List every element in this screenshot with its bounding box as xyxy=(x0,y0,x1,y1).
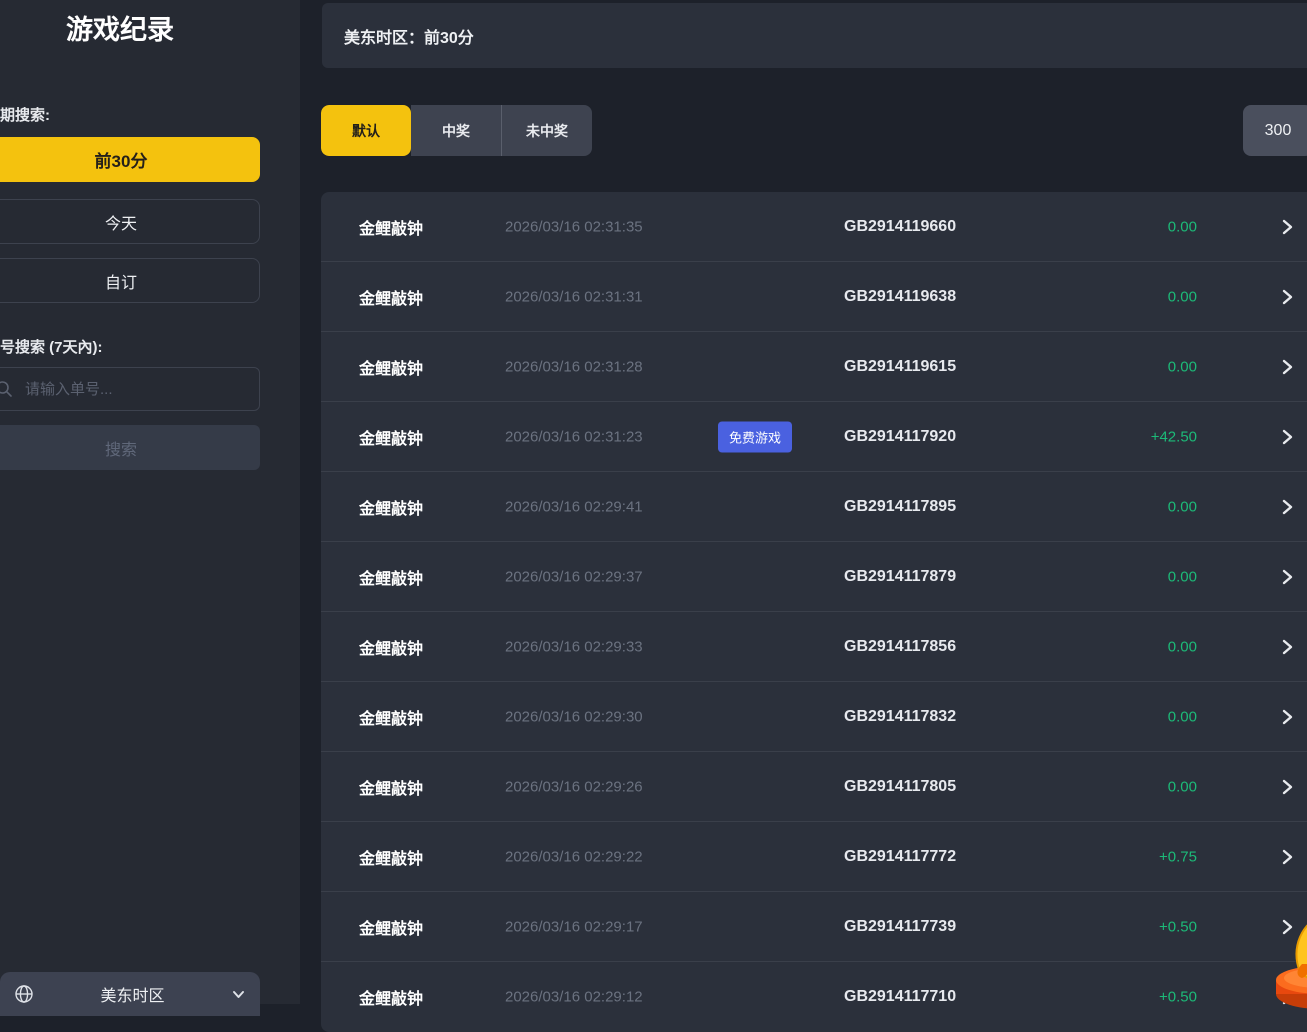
record-amount: 0.00 xyxy=(1168,498,1197,515)
game-name: 金鲤敲钟 xyxy=(359,775,423,799)
record-amount: +0.50 xyxy=(1159,918,1197,935)
timezone-selector[interactable]: 美东时区 xyxy=(0,972,260,1016)
free-game-badge: 免费游戏 xyxy=(718,421,792,452)
chevron-right-icon xyxy=(1280,569,1294,585)
record-amount: 0.00 xyxy=(1168,638,1197,655)
record-amount: +0.50 xyxy=(1159,989,1197,1006)
record-time: 2026/03/16 02:29:26 xyxy=(505,778,643,795)
game-name: 金鲤敲钟 xyxy=(359,285,423,309)
record-row[interactable]: 金鲤敲钟 2026/03/16 02:29:41 GB2914117895 0.… xyxy=(321,472,1307,542)
record-time: 2026/03/16 02:29:37 xyxy=(505,568,643,585)
order-id: GB2914117772 xyxy=(844,848,956,866)
order-id: GB2914117805 xyxy=(844,778,956,796)
record-time: 2026/03/16 02:29:12 xyxy=(505,989,643,1006)
records-list: 金鲤敲钟 2026/03/16 02:31:35 GB2914119660 0.… xyxy=(321,192,1307,1032)
order-id: GB2914119638 xyxy=(844,288,956,306)
order-id: GB2914117739 xyxy=(844,918,956,936)
record-row[interactable]: 金鲤敲钟 2026/03/16 02:29:33 GB2914117856 0.… xyxy=(321,612,1307,682)
game-name: 金鲤敲钟 xyxy=(359,355,423,379)
sidebar: 游戏纪录 期搜索: 前30分 今天 自订 号搜索 (7天內): 搜索 美东时区 xyxy=(0,0,300,1004)
record-amount: 0.00 xyxy=(1168,218,1197,235)
chevron-right-icon xyxy=(1280,849,1294,865)
record-row[interactable]: 金鲤敲钟 2026/03/16 02:29:12 GB2914117710 +0… xyxy=(321,962,1307,1032)
order-id: GB2914117710 xyxy=(844,988,956,1006)
record-time: 2026/03/16 02:31:28 xyxy=(505,358,643,375)
game-name: 金鲤敲钟 xyxy=(359,565,423,589)
tab-default[interactable]: 默认 xyxy=(321,105,411,156)
game-name: 金鲤敲钟 xyxy=(359,845,423,869)
chevron-right-icon xyxy=(1280,289,1294,305)
record-row[interactable]: 金鲤敲钟 2026/03/16 02:31:23 免费游戏 GB29141179… xyxy=(321,402,1307,472)
order-id: GB2914117832 xyxy=(844,708,956,726)
timezone-label: 美东时区 xyxy=(34,982,231,1006)
page-size-button[interactable]: 300 xyxy=(1243,105,1307,156)
record-time: 2026/03/16 02:31:35 xyxy=(505,218,643,235)
mascot-fish[interactable] xyxy=(1262,912,1307,1012)
chevron-right-icon xyxy=(1280,709,1294,725)
game-name: 金鲤敲钟 xyxy=(359,495,423,519)
record-row[interactable]: 金鲤敲钟 2026/03/16 02:29:17 GB2914117739 +0… xyxy=(321,892,1307,962)
game-name: 金鲤敲钟 xyxy=(359,635,423,659)
record-amount: 0.00 xyxy=(1168,358,1197,375)
fish-on-drum-icon xyxy=(1262,912,1307,1012)
record-time: 2026/03/16 02:29:22 xyxy=(505,848,643,865)
game-name: 金鲤敲钟 xyxy=(359,985,423,1009)
chevron-down-icon xyxy=(231,987,246,1002)
record-time: 2026/03/16 02:31:31 xyxy=(505,288,643,305)
record-row[interactable]: 金鲤敲钟 2026/03/16 02:29:30 GB2914117832 0.… xyxy=(321,682,1307,752)
record-row[interactable]: 金鲤敲钟 2026/03/16 02:31:35 GB2914119660 0.… xyxy=(321,192,1307,262)
game-name: 金鲤敲钟 xyxy=(359,705,423,729)
range-button-today[interactable]: 今天 xyxy=(0,199,260,244)
order-id: GB2914119615 xyxy=(844,358,956,376)
chevron-right-icon xyxy=(1280,779,1294,795)
game-name: 金鲤敲钟 xyxy=(359,215,423,239)
globe-icon xyxy=(14,984,34,1004)
record-row[interactable]: 金鲤敲钟 2026/03/16 02:31:31 GB2914119638 0.… xyxy=(321,262,1307,332)
record-amount: 0.00 xyxy=(1168,568,1197,585)
order-search-input[interactable] xyxy=(13,368,259,410)
page-title: 游戏纪录 xyxy=(0,8,240,47)
order-id: GB2914117856 xyxy=(844,638,956,656)
record-row[interactable]: 金鲤敲钟 2026/03/16 02:29:22 GB2914117772 +0… xyxy=(321,822,1307,892)
order-id: GB2914117879 xyxy=(844,568,956,586)
order-id: GB2914117895 xyxy=(844,498,956,516)
record-row[interactable]: 金鲤敲钟 2026/03/16 02:31:28 GB2914119615 0.… xyxy=(321,332,1307,402)
chevron-right-icon xyxy=(1280,639,1294,655)
tab-not-won[interactable]: 未中奖 xyxy=(501,105,592,156)
record-time: 2026/03/16 02:29:30 xyxy=(505,708,643,725)
record-amount: 0.00 xyxy=(1168,778,1197,795)
order-search-label: 号搜索 (7天內): xyxy=(0,336,103,357)
chevron-right-icon xyxy=(1280,219,1294,235)
game-name: 金鲤敲钟 xyxy=(359,425,423,449)
record-amount: +42.50 xyxy=(1151,428,1197,445)
chevron-right-icon xyxy=(1280,359,1294,375)
record-amount: 0.00 xyxy=(1168,708,1197,725)
record-row[interactable]: 金鲤敲钟 2026/03/16 02:29:37 GB2914117879 0.… xyxy=(321,542,1307,612)
chevron-right-icon xyxy=(1280,499,1294,515)
order-id: GB2914117920 xyxy=(844,428,956,446)
search-button[interactable]: 搜索 xyxy=(0,425,260,470)
order-search-box xyxy=(0,367,260,411)
record-time: 2026/03/16 02:31:23 xyxy=(505,428,643,445)
record-amount: 0.00 xyxy=(1168,288,1197,305)
search-icon xyxy=(0,380,13,398)
range-button-custom[interactable]: 自订 xyxy=(0,258,260,303)
record-time: 2026/03/16 02:29:33 xyxy=(505,638,643,655)
chevron-right-icon xyxy=(1280,429,1294,445)
record-time: 2026/03/16 02:29:41 xyxy=(505,498,643,515)
record-amount: +0.75 xyxy=(1159,848,1197,865)
range-button-last30min[interactable]: 前30分 xyxy=(0,137,260,182)
tab-won[interactable]: 中奖 xyxy=(411,105,501,156)
record-time: 2026/03/16 02:29:17 xyxy=(505,918,643,935)
header-title: 美东时区：前30分 xyxy=(344,24,474,48)
game-name: 金鲤敲钟 xyxy=(359,915,423,939)
record-row[interactable]: 金鲤敲钟 2026/03/16 02:29:26 GB2914117805 0.… xyxy=(321,752,1307,822)
order-id: GB2914119660 xyxy=(844,218,956,236)
date-search-label: 期搜索: xyxy=(0,104,50,125)
header-bar: 美东时区：前30分 xyxy=(322,3,1307,68)
filter-tabs: 默认 中奖 未中奖 xyxy=(321,105,592,156)
